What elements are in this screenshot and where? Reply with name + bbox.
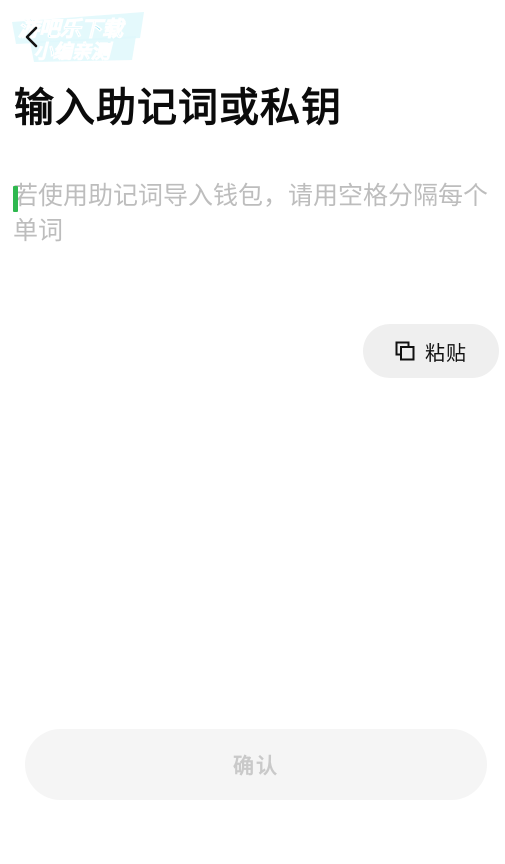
page-title: 输入助记词或私钥	[14, 85, 342, 131]
mnemonic-input[interactable]: 若使用助记词导入钱包，请用空格分隔每个单词	[13, 178, 497, 308]
copy-icon	[395, 341, 415, 361]
confirm-button[interactable]: 确认	[25, 729, 487, 800]
back-button[interactable]	[18, 22, 48, 52]
confirm-label: 确认	[233, 753, 279, 778]
paste-button[interactable]: 粘贴	[363, 324, 499, 378]
paste-label: 粘贴	[425, 340, 467, 365]
text-caret	[13, 186, 18, 212]
chevron-left-icon	[25, 26, 38, 48]
mnemonic-input-placeholder: 若使用助记词导入钱包，请用空格分隔每个单词	[13, 181, 489, 245]
